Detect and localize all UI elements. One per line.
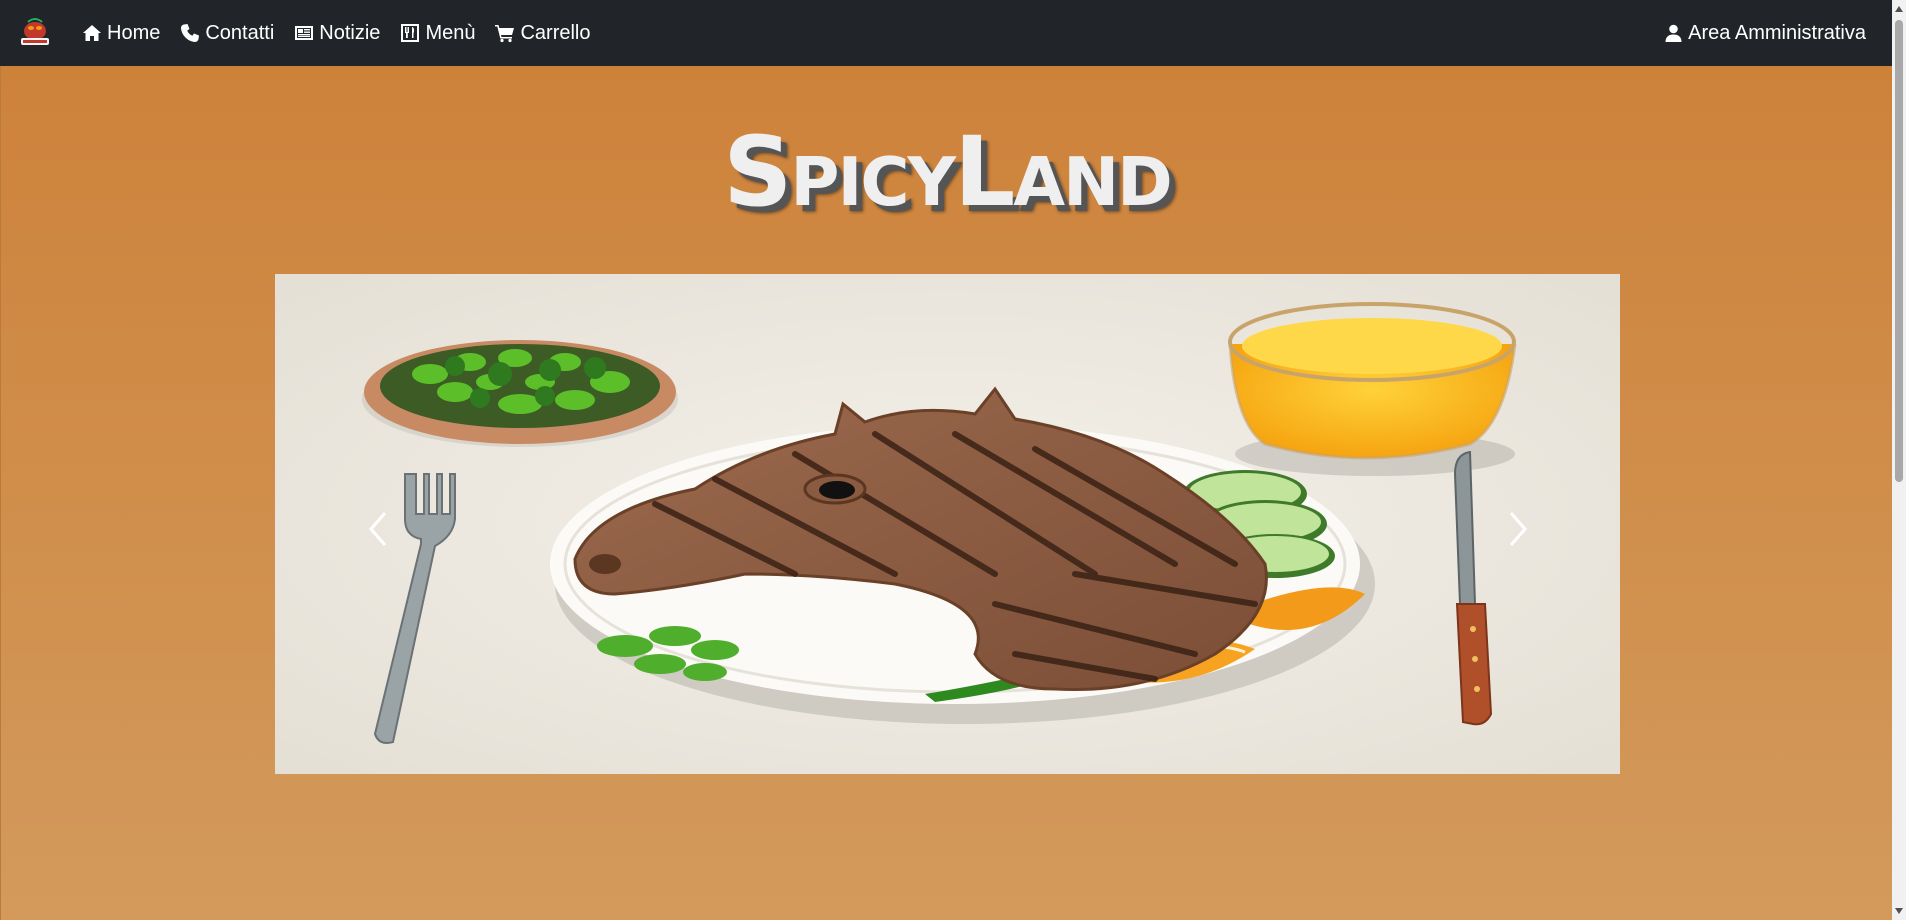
main-content: SpicyLand xyxy=(0,66,1892,920)
admin-area-label: Area Amministrativa xyxy=(1688,21,1866,44)
image-carousel[interactable] xyxy=(275,274,1620,774)
newspaper-icon xyxy=(295,26,314,40)
nav-items: Home Contatti Notizie Menù Carrello xyxy=(82,0,611,66)
home-icon xyxy=(83,25,101,41)
nav-item-menu[interactable]: Menù xyxy=(400,22,475,45)
brand-logo[interactable] xyxy=(16,14,54,52)
carousel-slide-image xyxy=(275,274,1620,774)
user-icon xyxy=(1665,24,1682,42)
nav-item-contatti[interactable]: Contatti xyxy=(180,22,274,45)
menu-book-icon xyxy=(401,24,420,42)
nav-item-label: Menù xyxy=(425,21,476,44)
scroll-up-arrow-icon[interactable] xyxy=(1892,2,1906,16)
nav-item-label: Carrello xyxy=(520,21,591,44)
nav-item-label: Home xyxy=(107,21,161,44)
page-scrollbar[interactable] xyxy=(1892,0,1906,920)
chevron-left-icon xyxy=(369,512,387,546)
carousel-next-button[interactable] xyxy=(1505,509,1531,549)
navbar: Home Contatti Notizie Menù Carrello Area… xyxy=(0,0,1892,66)
phone-icon xyxy=(181,24,200,42)
scrollbar-thumb[interactable] xyxy=(1895,20,1903,482)
carousel-prev-button[interactable] xyxy=(365,509,391,549)
site-title: SpicyLand xyxy=(723,116,1173,228)
nav-item-carrello[interactable]: Carrello xyxy=(495,21,591,45)
nav-item-notizie[interactable]: Notizie xyxy=(294,22,380,45)
nav-item-label: Contatti xyxy=(205,21,275,44)
cart-icon xyxy=(495,25,515,43)
nav-item-label: Notizie xyxy=(319,21,381,44)
admin-area-link[interactable]: Area Amministrativa xyxy=(1665,0,1866,66)
chevron-right-icon xyxy=(1509,512,1527,546)
scroll-down-arrow-icon[interactable] xyxy=(1892,904,1906,918)
nav-item-home[interactable]: Home xyxy=(82,22,160,45)
